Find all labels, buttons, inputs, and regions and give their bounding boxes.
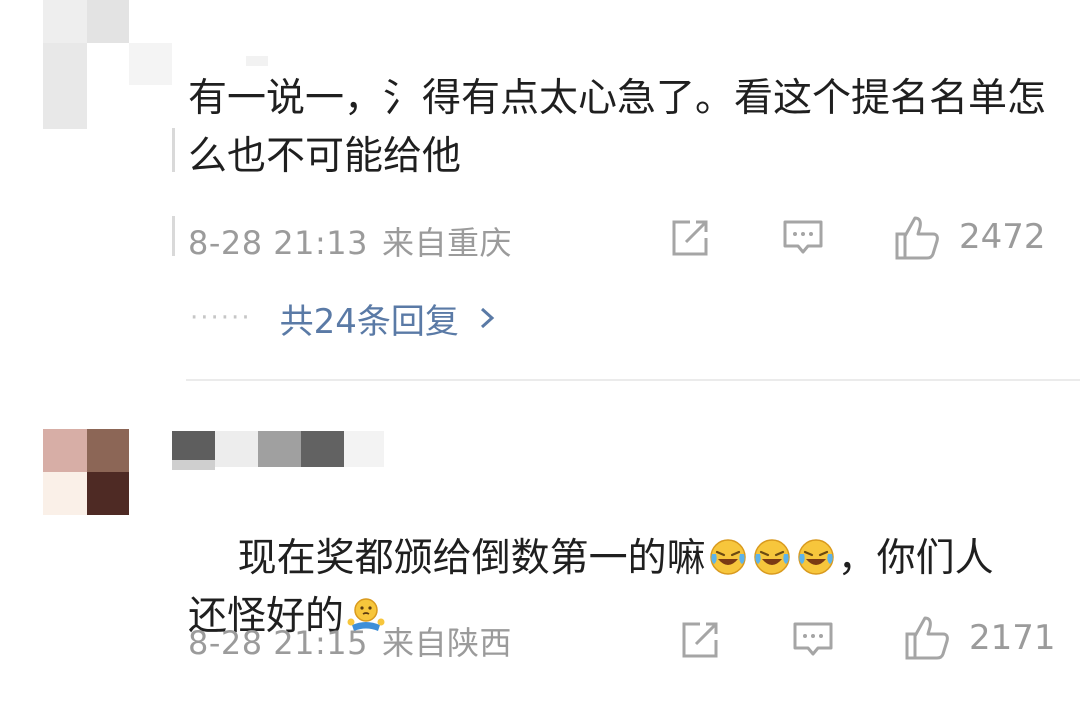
username-blurred[interactable] — [246, 56, 268, 66]
replies-row[interactable]: ······ 共24条回复 — [190, 294, 495, 343]
dots-divider: ······ — [190, 303, 252, 333]
comment-text: 现在奖都颁给倒数第一的嘛 ，你们人 还怪好的 — [188, 472, 1068, 704]
avatar-block — [43, 472, 87, 515]
like-count: 2472 — [959, 217, 1046, 257]
comment-meta: 8-28 21:13 来自重庆 — [188, 218, 512, 264]
comment-icon[interactable] — [791, 618, 835, 662]
name-block — [258, 431, 301, 467]
comment-text: 有一说一，氵得有点太心急了。看这个提名名单怎么也不可能给他 — [188, 76, 1047, 179]
avatar-block — [87, 0, 129, 43]
laughing-crying-emoji — [797, 539, 834, 575]
share-icon[interactable] — [668, 216, 712, 260]
share-icon[interactable] — [678, 618, 722, 662]
thumbs-up-icon[interactable] — [893, 214, 941, 262]
avatar-block — [43, 0, 87, 43]
like-count: 2171 — [969, 618, 1056, 658]
comment-date: 8-28 21:15 — [188, 624, 369, 662]
comment-date: 8-28 21:13 — [188, 224, 369, 262]
avatar-block — [43, 43, 87, 129]
avatar-block — [87, 429, 129, 472]
comment-meta: 8-28 21:15 来自陕西 — [188, 618, 512, 664]
comment-location: 来自重庆 — [382, 224, 513, 262]
avatar-block — [43, 429, 87, 472]
comment-icon[interactable] — [781, 216, 825, 260]
name-block — [215, 431, 258, 467]
quote-bar — [172, 128, 175, 172]
name-block — [301, 431, 344, 467]
avatar-block — [87, 472, 129, 515]
chevron-right-icon — [480, 307, 495, 329]
laughing-crying-emoji — [709, 539, 746, 575]
comment-text-part1: 现在奖都颁给倒数第一的嘛 — [237, 536, 706, 581]
comment-location: 来自陕西 — [382, 624, 513, 662]
divider — [186, 379, 1080, 381]
comment-text-part2: ，你们人 — [837, 536, 994, 581]
avatar-block — [129, 43, 172, 85]
thumbs-up-icon[interactable] — [903, 614, 951, 662]
laughing-crying-emoji — [753, 539, 790, 575]
name-block — [172, 460, 215, 470]
name-block — [344, 431, 384, 467]
view-replies-link[interactable]: 共24条回复 — [280, 294, 459, 343]
meta-bar — [172, 216, 175, 256]
